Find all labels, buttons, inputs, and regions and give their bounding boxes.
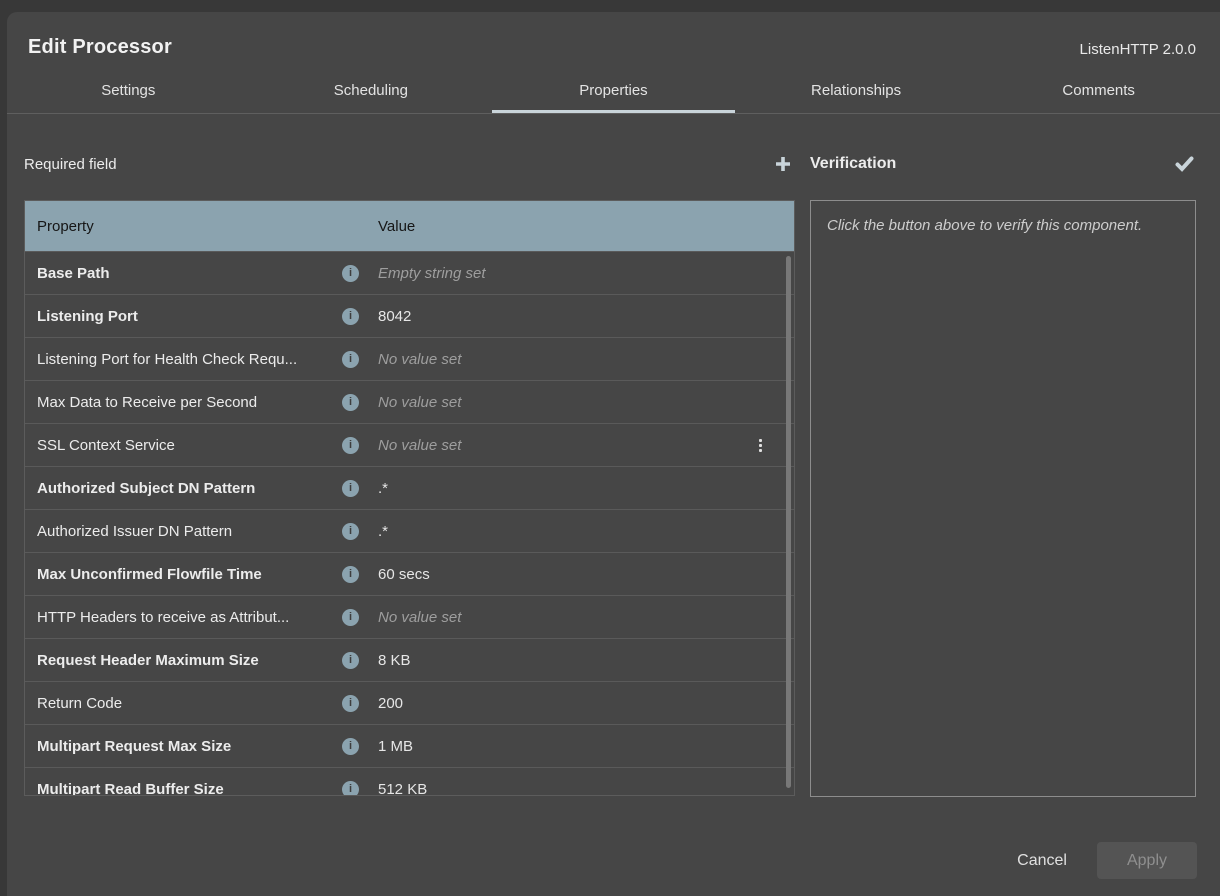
property-name: Multipart Request Max Size [25, 738, 342, 755]
info-icon[interactable]: i [342, 265, 359, 282]
required-field-label: Required field [24, 156, 117, 173]
component-version: ListenHTTP 2.0.0 [1080, 41, 1196, 58]
property-name: Request Header Maximum Size [25, 652, 342, 669]
table-row[interactable]: Multipart Read Buffer Size i 512 KB [25, 767, 794, 796]
table-row[interactable]: Authorized Issuer DN Pattern i .* [25, 509, 794, 552]
property-value: 200 [378, 695, 403, 712]
table-row[interactable]: Max Unconfirmed Flowfile Time i 60 secs [25, 552, 794, 595]
dialog-title: Edit Processor [28, 36, 172, 59]
row-menu-button[interactable] [755, 435, 766, 456]
properties-section-header: Required field [24, 152, 795, 176]
property-value: .* [378, 523, 388, 540]
property-name: Listening Port for Health Check Requ... [25, 351, 342, 368]
tab-scheduling[interactable]: Scheduling [250, 68, 493, 113]
property-name: Multipart Read Buffer Size [25, 781, 342, 797]
info-icon[interactable]: i [342, 523, 359, 540]
property-value: 512 KB [378, 781, 427, 797]
tab-bar: Settings Scheduling Properties Relations… [7, 68, 1220, 114]
info-icon[interactable]: i [342, 566, 359, 583]
info-icon[interactable]: i [342, 738, 359, 755]
info-icon[interactable]: i [342, 781, 359, 797]
tab-settings[interactable]: Settings [7, 68, 250, 113]
property-value: No value set [378, 351, 461, 368]
properties-table-header: Property Value [25, 201, 794, 251]
table-row[interactable]: Multipart Request Max Size i 1 MB [25, 724, 794, 767]
table-scrollbar[interactable] [786, 256, 791, 788]
properties-table: Property Value Base Path i Empty string … [24, 200, 795, 796]
property-value: Empty string set [378, 265, 486, 282]
tab-relationships[interactable]: Relationships [735, 68, 978, 113]
verification-section-header: Verification [810, 152, 1196, 176]
check-icon [1175, 156, 1194, 172]
table-row[interactable]: HTTP Headers to receive as Attribut... i… [25, 595, 794, 638]
info-icon[interactable]: i [342, 695, 359, 712]
property-value: 8 KB [378, 652, 411, 669]
plus-icon [774, 155, 792, 173]
verify-button[interactable] [1172, 152, 1196, 176]
property-value: No value set [378, 609, 461, 626]
table-row[interactable]: Return Code i 200 [25, 681, 794, 724]
property-name: Listening Port [25, 308, 342, 325]
info-icon[interactable]: i [342, 652, 359, 669]
edit-processor-dialog: Edit Processor ListenHTTP 2.0.0 Settings… [7, 12, 1220, 896]
table-row[interactable]: Listening Port i 8042 [25, 294, 794, 337]
property-value: No value set [378, 394, 461, 411]
info-icon[interactable]: i [342, 394, 359, 411]
verification-message: Click the button above to verify this co… [827, 214, 1179, 238]
property-value: No value set [378, 437, 461, 454]
table-row[interactable]: Listening Port for Health Check Requ... … [25, 337, 794, 380]
property-name: Return Code [25, 695, 342, 712]
property-value: 60 secs [378, 566, 430, 583]
property-value: 1 MB [378, 738, 413, 755]
info-icon[interactable]: i [342, 437, 359, 454]
property-name: Max Unconfirmed Flowfile Time [25, 566, 342, 583]
column-header-property: Property [25, 218, 378, 235]
table-row[interactable]: SSL Context Service i No value set [25, 423, 794, 466]
tab-comments[interactable]: Comments [977, 68, 1220, 113]
property-name: Base Path [25, 265, 342, 282]
column-header-value: Value [378, 218, 415, 235]
property-value: 8042 [378, 308, 411, 325]
table-row[interactable]: Base Path i Empty string set [25, 251, 794, 294]
table-row[interactable]: Authorized Subject DN Pattern i .* [25, 466, 794, 509]
add-property-button[interactable] [771, 152, 795, 176]
property-name: SSL Context Service [25, 437, 342, 454]
tab-properties[interactable]: Properties [492, 68, 735, 113]
info-icon[interactable]: i [342, 351, 359, 368]
properties-table-body: Base Path i Empty string set Listening P… [25, 251, 794, 796]
table-row[interactable]: Max Data to Receive per Second i No valu… [25, 380, 794, 423]
property-name: Authorized Issuer DN Pattern [25, 523, 342, 540]
info-icon[interactable]: i [342, 480, 359, 497]
table-row[interactable]: Request Header Maximum Size i 8 KB [25, 638, 794, 681]
property-name: Authorized Subject DN Pattern [25, 480, 342, 497]
verification-panel: Click the button above to verify this co… [810, 200, 1196, 797]
property-value: .* [378, 480, 388, 497]
cancel-button[interactable]: Cancel [1011, 844, 1073, 878]
info-icon[interactable]: i [342, 609, 359, 626]
info-icon[interactable]: i [342, 308, 359, 325]
property-name: Max Data to Receive per Second [25, 394, 342, 411]
apply-button[interactable]: Apply [1097, 842, 1197, 879]
verification-label: Verification [810, 155, 896, 173]
dialog-footer: Cancel Apply [1011, 842, 1197, 879]
property-name: HTTP Headers to receive as Attribut... [25, 609, 342, 626]
